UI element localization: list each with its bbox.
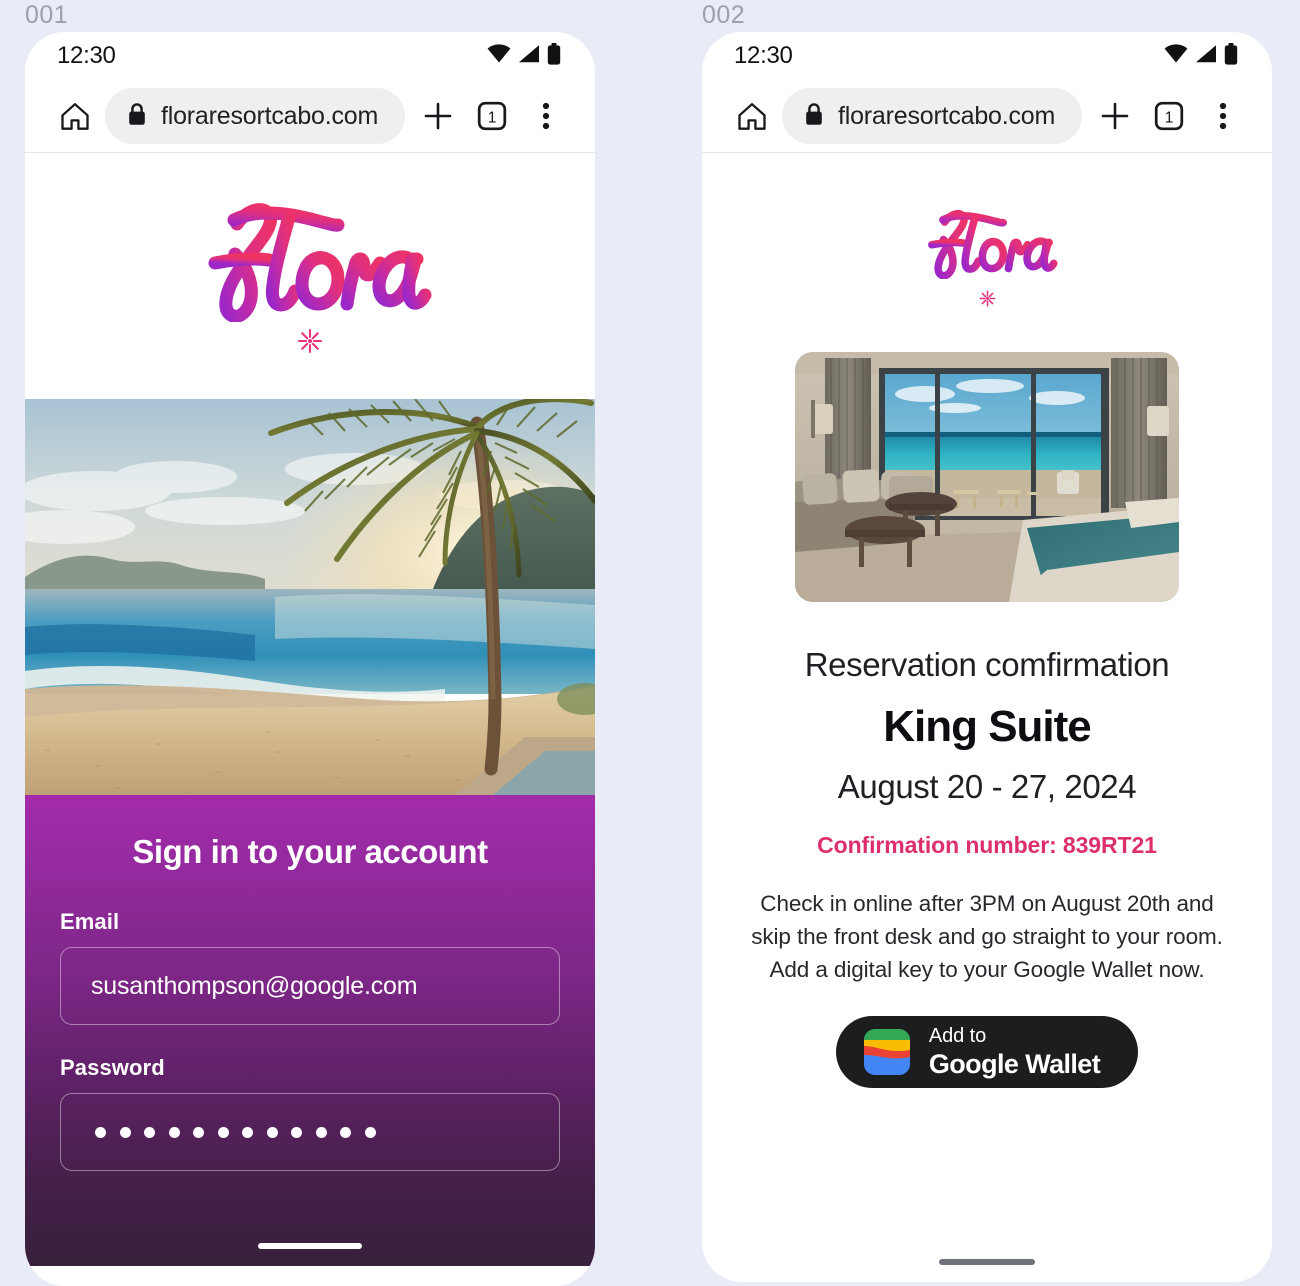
password-dot xyxy=(340,1126,351,1138)
brand-logo-small xyxy=(906,207,1068,312)
url-text: floraresortcabo.com xyxy=(838,101,1056,130)
flora-wordmark-logo xyxy=(171,198,449,322)
frame-label-001: 001 xyxy=(25,1,69,29)
tab-count-label: 1 xyxy=(488,109,497,126)
password-dot xyxy=(291,1126,302,1138)
email-field[interactable]: susanthompson@google.com xyxy=(60,947,560,1025)
home-icon[interactable] xyxy=(730,102,774,131)
tab-counter-button[interactable]: 1 xyxy=(1142,89,1196,143)
phone-screen-001: 12:30 floraresortcabo.com 1 Sign in to y… xyxy=(25,32,595,1286)
hero-beach-image xyxy=(25,399,595,795)
tab-count-label: 1 xyxy=(1165,109,1174,126)
password-dot xyxy=(119,1126,131,1138)
password-dot xyxy=(95,1126,106,1138)
wallet-add-label: Add to xyxy=(928,1025,987,1047)
more-vertical-icon[interactable] xyxy=(519,89,573,143)
home-indicator-bar-001[interactable] xyxy=(25,1226,595,1266)
google-wallet-icon xyxy=(863,1029,910,1075)
reservation-dates: August 20 - 27, 2024 xyxy=(837,768,1137,805)
frame-label-002: 002 xyxy=(702,1,746,29)
password-masked-value xyxy=(91,1126,376,1138)
wifi-icon xyxy=(1164,44,1188,68)
browser-toolbar: floraresortcabo.com 1 xyxy=(25,80,595,153)
room-name: King Suite xyxy=(883,702,1092,751)
reservation-subtitle: Reservation comfirmation xyxy=(804,646,1170,683)
signal-icon xyxy=(518,44,540,68)
status-icon-group xyxy=(487,42,561,70)
room-photo xyxy=(795,352,1179,602)
device-frame-001: 001 12:30 floraresortcabo.com 1 Sign in … xyxy=(25,0,595,1286)
password-dot xyxy=(168,1126,180,1138)
home-indicator[interactable] xyxy=(258,1243,362,1249)
status-bar: 12:30 xyxy=(702,32,1272,80)
email-value: susanthompson@google.com xyxy=(91,971,418,1000)
password-label: Password xyxy=(60,1055,165,1080)
status-time: 12:30 xyxy=(734,42,793,69)
status-icon-group xyxy=(1164,42,1238,70)
wallet-button-labels: Add to Google Wallet xyxy=(928,1025,1101,1079)
password-dot xyxy=(266,1126,278,1138)
password-field[interactable] xyxy=(60,1093,560,1171)
password-dot xyxy=(144,1126,155,1138)
signin-title: Sign in to your account xyxy=(132,833,488,870)
password-dot xyxy=(217,1126,229,1138)
wifi-icon xyxy=(487,44,511,68)
phone-screen-002: 12:30 floraresortcabo.com 1 Reservation … xyxy=(702,32,1272,1282)
status-time: 12:30 xyxy=(57,42,116,69)
home-indicator-bar-002[interactable] xyxy=(702,1242,1272,1282)
password-dot xyxy=(242,1126,253,1138)
signal-icon xyxy=(1195,44,1217,68)
add-to-google-wallet-button[interactable]: Add to Google Wallet xyxy=(835,1016,1139,1088)
asterisk-flower-icon xyxy=(297,328,323,354)
device-frame-002: 002 12:30 floraresortcabo.com 1 Reservat… xyxy=(702,0,1272,1286)
battery-icon xyxy=(547,42,561,70)
confirmation-number: Confirmation number: 839RT21 xyxy=(817,832,1157,858)
signin-panel: Sign in to your account Email susanthomp… xyxy=(25,795,595,1266)
brand-logo-panel xyxy=(25,153,595,399)
home-indicator[interactable] xyxy=(939,1259,1035,1265)
home-icon[interactable] xyxy=(53,102,97,131)
flora-wordmark-logo xyxy=(906,207,1068,284)
plus-icon[interactable] xyxy=(1088,89,1142,143)
asterisk-flower-icon xyxy=(979,290,996,312)
battery-icon xyxy=(1224,42,1238,70)
tab-counter-button[interactable]: 1 xyxy=(465,89,519,143)
more-vertical-icon[interactable] xyxy=(1196,89,1250,143)
lock-icon xyxy=(804,102,824,131)
browser-toolbar: floraresortcabo.com 1 xyxy=(702,80,1272,153)
email-label: Email xyxy=(60,909,120,934)
status-bar: 12:30 xyxy=(25,32,595,80)
wallet-brand-label: Google Wallet xyxy=(928,1049,1101,1079)
confirmation-page: Reservation comfirmation King Suite Augu… xyxy=(702,153,1272,1282)
url-bar[interactable]: floraresortcabo.com xyxy=(105,88,405,144)
password-dot xyxy=(364,1126,376,1138)
url-bar[interactable]: floraresortcabo.com xyxy=(782,88,1082,144)
url-text: floraresortcabo.com xyxy=(161,101,379,130)
checkin-note: Check in online after 3PM on August 20th… xyxy=(751,891,1223,982)
plus-icon[interactable] xyxy=(411,89,465,143)
password-dot xyxy=(193,1126,204,1138)
lock-icon xyxy=(127,102,147,131)
password-dot xyxy=(315,1126,327,1138)
